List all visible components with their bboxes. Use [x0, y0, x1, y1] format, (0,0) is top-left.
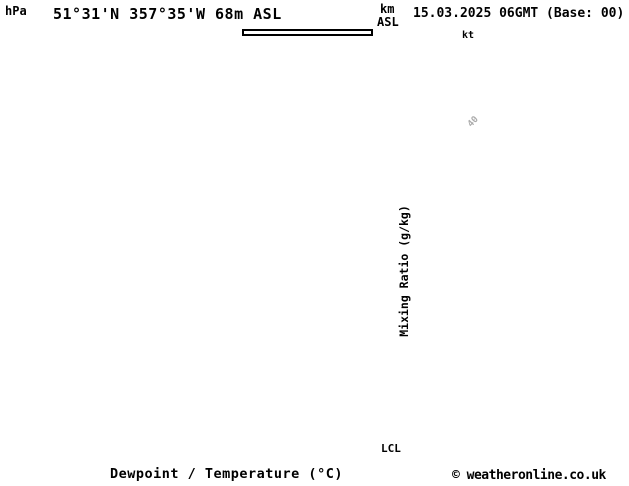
- page-title: 51°31'N 357°35'W 68m ASL: [53, 5, 282, 23]
- x-axis-label: Dewpoint / Temperature (°C): [110, 466, 343, 482]
- km-axis-unit: km: [380, 2, 395, 16]
- mixing-ratio-axis-label: Mixing Ratio (g/kg): [397, 205, 411, 337]
- legend: [242, 29, 373, 36]
- skewt-plot-canvas: [0, 0, 629, 486]
- skewt-sounding-page: hPa 51°31'N 357°35'W 68m ASL 15.03.2025 …: [0, 0, 629, 486]
- asl-axis-unit: ASL: [377, 15, 399, 29]
- lcl-label: LCL: [381, 442, 401, 455]
- hodograph-unit-label: kt: [462, 30, 475, 41]
- copyright: © weatheronline.co.uk: [452, 468, 606, 483]
- pressure-axis-unit: hPa: [5, 4, 27, 18]
- datetime-label: 15.03.2025 06GMT (Base: 00): [413, 6, 625, 21]
